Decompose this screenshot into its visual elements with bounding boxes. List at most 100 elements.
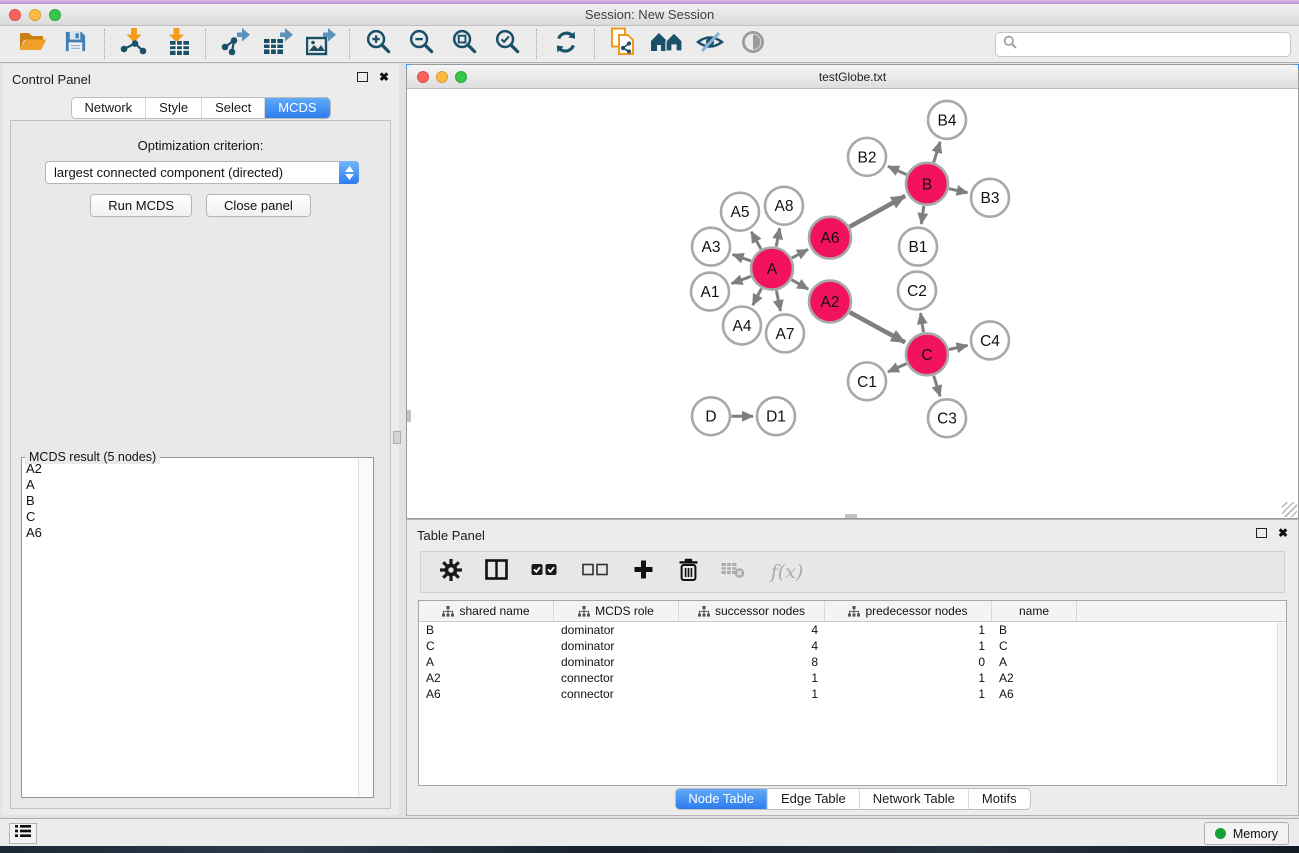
graph-node-D1[interactable]: D1 [757,397,795,435]
minimize-network-button[interactable] [436,71,448,83]
graph-node-C1[interactable]: C1 [848,362,886,400]
mcds-result-item[interactable]: C [26,509,357,525]
graph-edge-A-A1[interactable] [732,276,751,283]
graph-edge-B-B3[interactable] [949,189,968,193]
graph-node-B[interactable]: B [906,163,948,205]
tab-network-table[interactable]: Network Table [859,789,968,809]
horizontal-scroll-indicator[interactable] [845,514,857,518]
graph-node-B1[interactable]: B1 [899,228,937,266]
vertical-scroll-indicator[interactable] [407,410,411,422]
search-input[interactable] [1021,37,1290,52]
table-row[interactable]: Adominator80A [419,654,1286,670]
column-header-mcds-role[interactable]: MCDS role [554,601,679,621]
tab-select[interactable]: Select [201,98,264,118]
show-all-button[interactable] [731,28,774,61]
show-columns-button[interactable] [483,557,509,587]
save-session-button[interactable] [54,28,97,61]
column-header-predecessor-nodes[interactable]: predecessor nodes [825,601,992,621]
column-header-name[interactable]: name [992,601,1077,621]
optimization-criterion-select[interactable]: largest connected component (directed) [45,161,359,184]
function-builder-button[interactable]: f(x) [765,557,809,587]
search-field[interactable] [995,32,1291,57]
table-scrollbar[interactable] [1277,623,1285,784]
minimize-window-button[interactable] [29,9,41,21]
hide-selected-button[interactable] [688,28,731,61]
zoom-window-button[interactable] [49,9,61,21]
graph-edge-A-A3[interactable] [733,254,751,261]
tab-network[interactable]: Network [71,98,145,118]
graph-node-C2[interactable]: C2 [898,272,936,310]
graph-edge-C-C3[interactable] [934,376,940,397]
graph-edge-A2-C[interactable] [850,312,905,342]
memory-button[interactable]: Memory [1204,822,1289,845]
tab-style[interactable]: Style [145,98,201,118]
import-table-button[interactable] [155,28,198,61]
zoom-out-button[interactable] [400,28,443,61]
table-options-button[interactable] [438,557,464,587]
graph-edge-A-A5[interactable] [751,232,761,249]
show-panels-button[interactable] [9,823,37,844]
mcds-result-item[interactable]: B [26,493,357,509]
close-network-button[interactable] [417,71,429,83]
delete-column-button[interactable] [675,557,701,587]
graph-node-A4[interactable]: A4 [723,306,761,344]
graph-edge-C-C2[interactable] [921,313,924,332]
graph-node-D[interactable]: D [692,397,730,435]
tab-edge-table[interactable]: Edge Table [767,789,859,809]
graph-node-A7[interactable]: A7 [766,314,804,352]
mcds-result-item[interactable]: A2 [26,461,357,477]
zoom-selected-button[interactable] [486,28,529,61]
close-panel-button[interactable]: Close panel [206,194,311,217]
mcds-result-item[interactable]: A6 [26,525,357,541]
mcds-result-item[interactable]: A [26,477,357,493]
graph-node-B3[interactable]: B3 [971,179,1009,217]
resize-grip-icon[interactable] [1282,502,1297,517]
table-row[interactable]: Bdominator41B [419,622,1286,638]
graph-edge-C-C1[interactable] [888,364,907,372]
tab-mcds[interactable]: MCDS [264,98,329,118]
float-table-panel-icon[interactable] [1256,528,1267,538]
network-canvas[interactable]: B4B2BB3A5A8A6B1A3AA1C2A2A4A7C4CC1C3DD1 [407,90,1298,518]
create-column-button[interactable] [630,557,656,587]
splitter-handle[interactable] [393,431,401,444]
close-window-button[interactable] [9,9,21,21]
graph-edge-A-A4[interactable] [753,288,762,305]
graph-edge-A-A2[interactable] [792,280,809,289]
open-session-button[interactable] [11,28,54,61]
close-table-panel-icon[interactable]: ✖ [1278,528,1288,538]
run-mcds-button[interactable]: Run MCDS [90,194,192,217]
refresh-view-button[interactable] [544,28,587,61]
graph-node-A5[interactable]: A5 [721,193,759,231]
float-panel-icon[interactable] [357,72,368,82]
graph-node-A2[interactable]: A2 [809,281,851,323]
tab-motifs[interactable]: Motifs [968,789,1030,809]
graph-node-A8[interactable]: A8 [765,187,803,225]
zoom-in-button[interactable] [357,28,400,61]
graph-edge-B-B1[interactable] [921,206,924,224]
graph-edge-C-C4[interactable] [949,345,968,349]
graph-edge-A-A6[interactable] [792,249,808,258]
column-header-shared-name[interactable]: shared name [419,601,554,621]
graph-node-A3[interactable]: A3 [692,228,730,266]
first-neighbors-button[interactable] [645,28,688,61]
graph-edge-B-B4[interactable] [934,142,940,163]
delete-table-button[interactable] [720,557,746,587]
column-header-successor-nodes[interactable]: successor nodes [679,601,825,621]
zoom-network-button[interactable] [455,71,467,83]
export-table-button[interactable] [256,28,299,61]
graph-node-A[interactable]: A [751,248,793,290]
mcds-result-scrollbar[interactable] [358,459,372,796]
graph-node-B4[interactable]: B4 [928,101,966,139]
select-all-columns-button[interactable] [528,557,560,587]
graph-node-A1[interactable]: A1 [691,273,729,311]
export-image-button[interactable] [299,28,342,61]
clone-network-button[interactable] [602,28,645,61]
table-row[interactable]: A2connector11A2 [419,670,1286,686]
graph-node-B2[interactable]: B2 [848,138,886,176]
export-network-button[interactable] [213,28,256,61]
graph-edge-B-B2[interactable] [888,166,907,174]
graph-node-C[interactable]: C [906,333,948,375]
graph-edge-A6-B[interactable] [850,196,905,227]
graph-edge-A-A7[interactable] [776,291,780,311]
graph-edge-A-A8[interactable] [776,228,779,246]
